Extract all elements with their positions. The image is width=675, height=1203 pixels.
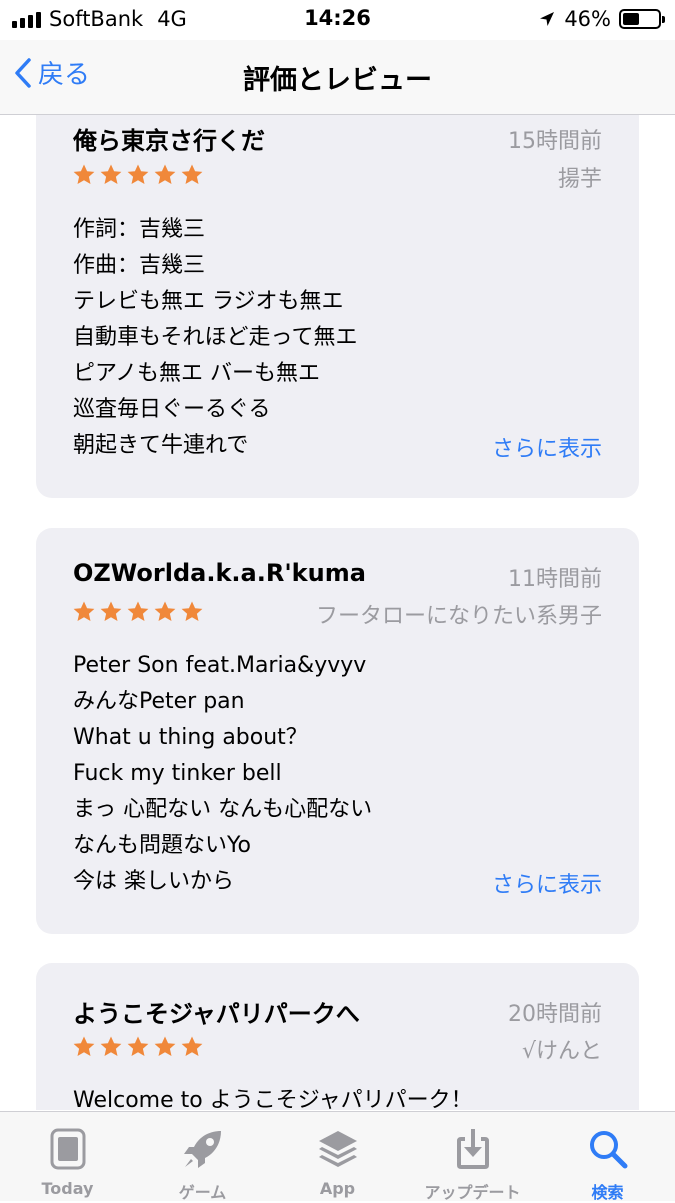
review-line: 巡査毎日ぐーるぐる [73,397,271,422]
star-icon [73,1036,95,1056]
review-line: ピアノも無エ バーも無エ [73,361,321,386]
review-body: Welcome to ようこそジャパリパーク！ [73,1083,473,1110]
review-line: 自動車もそれほど走って無エ [73,325,358,350]
battery-icon [619,9,665,29]
star-icon [181,164,203,184]
star-icon [154,1036,176,1056]
review-author: フータローになりたい系男子 [315,604,602,629]
star-icon [181,1036,203,1056]
star-icon [127,164,149,184]
review-card[interactable]: OZWorlda.k.a.R'kuma 11時間前 フータローになりたい系男子 … [36,528,639,934]
star-icon [73,601,95,621]
tab-today[interactable]: Today [0,1112,135,1201]
review-time: 11時間前 [508,567,602,592]
review-body: 作詞：吉幾三 作曲：吉幾三 テレビも無エ ラジオも無エ 自動車もそれほど走って無… [73,212,357,464]
star-icon [154,164,176,184]
review-title: ようこそジャパリパークへ [73,1000,360,1028]
star-icon [73,164,95,184]
tab-label: 検索 [591,1183,624,1202]
show-more-link[interactable]: さらに表示 [492,867,602,899]
page-title: 評価とレビュー [243,65,432,96]
star-rating [72,600,204,624]
review-body: Peter Son feat.Maria&yvyv みんなPeter pan W… [73,648,372,900]
battery-level [623,13,639,25]
star-icon [100,601,122,621]
review-line: なんも問題ないYo [73,833,251,858]
review-line: まっ 心配ない なんも心配ない [73,797,373,822]
star-icon [100,164,122,184]
show-more-link[interactable]: さらに表示 [492,431,602,463]
tab-label: App [319,1179,356,1198]
rocket-icon [178,1124,228,1174]
review-line: Peter Son feat.Maria&yvyv [73,653,367,678]
review-time: 15時間前 [508,129,602,154]
navigation-bar: 戻る 評価とレビュー [0,40,675,115]
review-card[interactable]: 俺ら東京さ行くだ 15時間前 揚芋 作詞：吉幾三 作曲：吉幾三 テレビも無エ ラ… [36,115,639,498]
review-author: 揚芋 [557,167,602,192]
tab-label: Today [41,1179,94,1198]
tab-bar: Today ゲーム App アップデート 検索 [0,1111,675,1202]
review-line: 今は 楽しいから [73,869,234,894]
search-icon [583,1124,633,1174]
star-rating [72,163,204,187]
review-line: みんなPeter pan [73,689,245,714]
tab-search[interactable]: 検索 [540,1112,675,1202]
star-icon [100,1036,122,1056]
star-rating [72,1035,204,1059]
download-icon [448,1124,498,1174]
review-author: √けんと [521,1039,602,1064]
review-line: What u thing about？ [73,725,308,750]
star-icon [181,601,203,621]
tab-updates[interactable]: アップデート [405,1112,540,1202]
review-card[interactable]: ようこそジャパリパークへ 20時間前 √けんと Welcome to ようこそジ… [36,963,639,1110]
layers-icon [313,1124,363,1174]
location-arrow-icon [540,12,555,26]
review-line: 朝起きて牛連れで [73,433,249,458]
tab-label: ゲーム [178,1183,227,1202]
star-icon [127,1036,149,1056]
review-line: Welcome to ようこそジャパリパーク！ [73,1088,473,1110]
review-time: 20時間前 [508,1002,602,1027]
reviews-list[interactable]: 俺ら東京さ行くだ 15時間前 揚芋 作詞：吉幾三 作曲：吉幾三 テレビも無エ ラ… [0,115,675,1110]
star-icon [154,601,176,621]
status-bar: SoftBank 4G 14:26 46% [0,0,675,40]
review-title: 俺ら東京さ行くだ [73,127,265,155]
tab-app[interactable]: App [270,1112,405,1201]
today-icon [43,1124,93,1174]
battery-percent: 46% [564,7,611,31]
review-line: テレビも無エ ラジオも無エ [73,289,344,314]
review-line: Fuck my tinker bell [73,761,282,786]
review-title: OZWorlda.k.a.R'kuma [73,559,366,587]
tab-label: アップデート [424,1183,521,1202]
tab-games[interactable]: ゲーム [135,1112,270,1202]
star-icon [127,601,149,621]
review-line: 作曲：吉幾三 [73,253,206,278]
review-line: 作詞：吉幾三 [73,217,206,242]
